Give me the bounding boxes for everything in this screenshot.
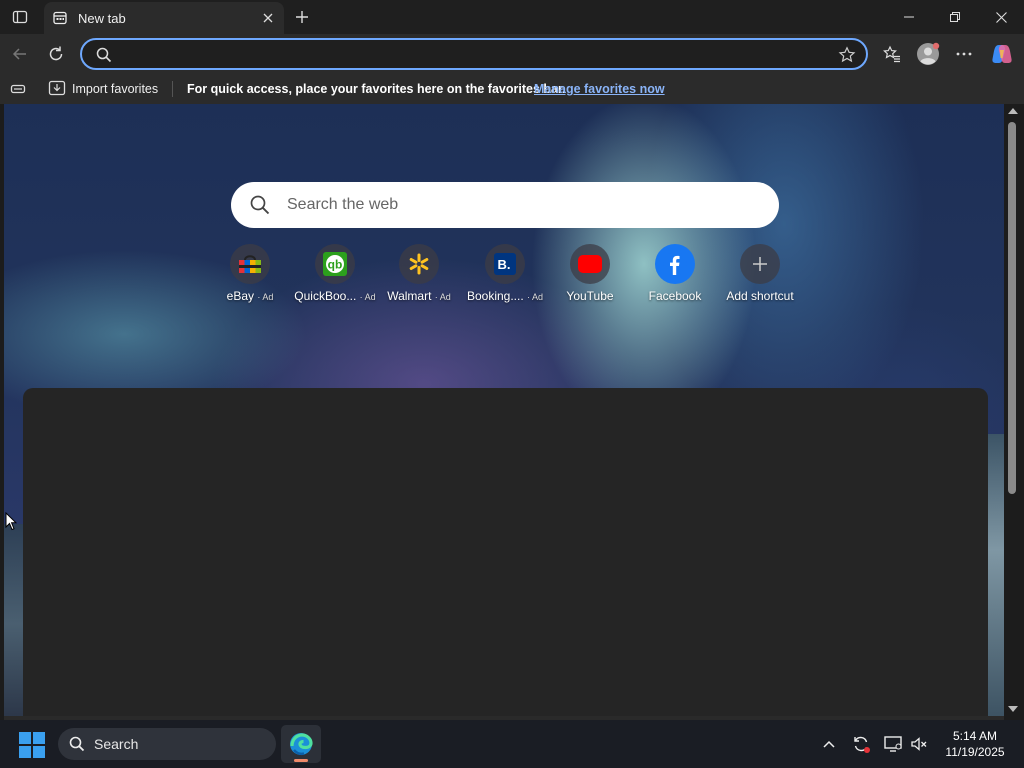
booking-icon: B.	[485, 244, 525, 284]
shortcut-label: Walmart · Ad	[387, 289, 451, 303]
search-icon	[68, 735, 86, 753]
tab-new-tab[interactable]: New tab	[44, 2, 284, 34]
minimize-button[interactable]	[886, 0, 932, 34]
shortcut-label: YouTube	[566, 289, 614, 303]
address-bar[interactable]	[80, 38, 868, 70]
ebay-icon	[230, 244, 270, 284]
shortcut-label: Add shortcut	[726, 289, 794, 303]
address-input[interactable]	[122, 44, 822, 66]
shortcut-youtube[interactable]: YouTube	[545, 244, 635, 304]
running-indicator	[294, 759, 308, 762]
favorites-bar-message: For quick access, place your favorites h…	[187, 82, 566, 96]
system-clock[interactable]: 5:14 AM 11/19/2025	[940, 728, 1010, 760]
clock-date: 11/19/2025	[945, 745, 1005, 759]
volume-muted-icon[interactable]	[907, 732, 931, 756]
profile-avatar[interactable]	[914, 40, 942, 68]
start-tile	[19, 732, 31, 744]
shortcut-quickbooks[interactable]: qb QuickBoo... · Ad	[290, 244, 380, 304]
navigation-toolbar	[0, 34, 1024, 74]
clock-time: 5:14 AM	[952, 729, 998, 743]
favorites-separator	[172, 81, 173, 97]
import-favorites-button[interactable]: Import favorites	[48, 79, 158, 99]
taskbar-search-box[interactable]: Search	[58, 728, 276, 760]
settings-more-button[interactable]	[950, 40, 978, 68]
search-placeholder: Search the web	[287, 196, 399, 213]
shortcut-ebay[interactable]: eBay · Ad	[205, 244, 295, 304]
taskbar-search-label: Search	[94, 736, 139, 752]
new-tab-button[interactable]	[290, 5, 314, 29]
show-hidden-icons-chevron-icon[interactable]	[817, 732, 841, 756]
scroll-up-arrow-icon[interactable]	[1008, 108, 1018, 114]
start-tile	[33, 732, 45, 744]
walmart-icon	[399, 244, 439, 284]
add-shortcut-button[interactable]: Add shortcut	[715, 244, 805, 304]
background-decoration-left	[4, 524, 24, 716]
favorites-bar-toggle-icon[interactable]	[10, 81, 26, 100]
vertical-scrollbar[interactable]	[1004, 104, 1024, 716]
taskbar: Search 5:14 AM 11/19/2025	[0, 720, 1024, 768]
tab-close-icon[interactable]	[258, 8, 278, 28]
import-favorites-label: Import favorites	[72, 82, 159, 96]
edge-icon	[290, 733, 313, 756]
shortcut-facebook[interactable]: Facebook	[630, 244, 720, 304]
sync-status-icon[interactable]	[849, 732, 873, 756]
scrollbar-thumb[interactable]	[1008, 122, 1016, 494]
tab-actions-icon[interactable]	[8, 6, 32, 28]
title-bar: New tab	[0, 0, 1024, 34]
scroll-down-arrow-icon[interactable]	[1008, 706, 1018, 712]
tab-title: New tab	[78, 10, 126, 26]
shortcut-label: Facebook	[648, 289, 702, 303]
start-tile	[19, 746, 31, 758]
start-tile	[33, 746, 45, 758]
svg-text:qb: qb	[328, 258, 343, 272]
search-icon	[96, 47, 112, 68]
shortcut-label: eBay · Ad	[226, 289, 274, 303]
shortcut-walmart[interactable]: Walmart · Ad	[374, 244, 464, 304]
background-decoration-right	[986, 434, 1004, 716]
import-icon	[48, 80, 66, 99]
facebook-icon	[655, 244, 695, 284]
windows-start-icon[interactable]	[19, 732, 45, 758]
quickbooks-icon: qb	[315, 244, 355, 284]
refresh-button[interactable]	[42, 40, 70, 68]
restore-button[interactable]	[932, 0, 978, 34]
shortcut-booking[interactable]: B. Booking.... · Ad	[460, 244, 550, 304]
svg-text:B.: B.	[498, 257, 511, 272]
manage-favorites-link[interactable]: Manage favorites now	[534, 82, 665, 96]
favorites-bar: Import favorites For quick access, place…	[0, 74, 1024, 104]
plus-icon	[740, 244, 780, 284]
mouse-cursor-icon	[5, 511, 18, 536]
shortcut-label: QuickBoo... · Ad	[294, 289, 376, 303]
back-button[interactable]	[6, 40, 34, 68]
new-tab-page: Search the web eBay · Ad qb QuickBoo... …	[4, 104, 1004, 716]
new-tab-favicon-icon	[52, 10, 68, 26]
close-window-button[interactable]	[978, 0, 1024, 34]
shortcut-label: Booking.... · Ad	[466, 289, 544, 303]
content-feed-panel	[23, 388, 988, 716]
youtube-icon	[570, 244, 610, 284]
web-search-box[interactable]: Search the web	[231, 182, 779, 228]
search-icon	[249, 194, 271, 216]
copilot-icon[interactable]	[988, 40, 1016, 68]
display-cast-icon[interactable]	[881, 732, 905, 756]
add-favorite-star-icon[interactable]	[838, 46, 856, 69]
edge-taskbar-button[interactable]	[281, 725, 321, 763]
favorites-button[interactable]	[878, 40, 906, 68]
